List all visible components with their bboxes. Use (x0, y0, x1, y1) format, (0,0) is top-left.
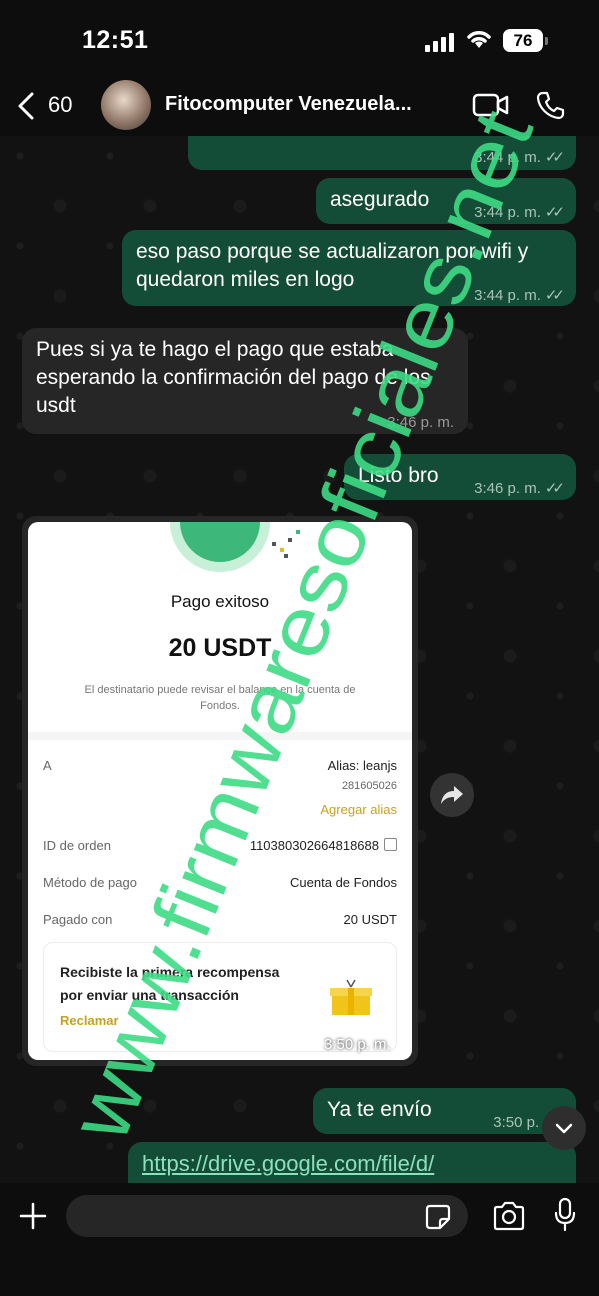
message-time: 3:44 p. m. (474, 204, 541, 221)
payment-amount: 20 USDT (168, 634, 272, 662)
promo-text: Recibiste la primera recompensa por envi… (60, 964, 280, 1003)
image-message[interactable]: Pago exitoso 20 USDT El destinatario pue… (22, 516, 418, 1066)
message-text: Ya te envío (327, 1098, 432, 1121)
outgoing-message[interactable]: eso paso porque se actualizaron por wifi… (122, 230, 576, 306)
battery-indicator: 76 (503, 29, 548, 52)
chevron-down-icon (555, 1123, 573, 1134)
message-time: 3:50 p. m. (324, 1036, 391, 1053)
gift-icon (330, 979, 372, 1015)
microphone-icon[interactable] (553, 1197, 577, 1233)
chat-screen: 12:51 76 60 Fitocomputer Venezuela... 3:… (0, 0, 599, 1296)
method-label: Método de pago (43, 875, 137, 890)
message-time: 3:44 p. m. (474, 287, 541, 304)
contact-name[interactable]: Fitocomputer Venezuela... (165, 93, 412, 116)
read-ticks-icon: ✓✓ (544, 204, 565, 221)
recipient-id: 281605026 (341, 780, 397, 792)
method-row: Método de pago Cuenta de Fondos (43, 875, 397, 890)
promo-claim-link: Reclamar (60, 1013, 119, 1028)
drive-link[interactable]: https://drive.google.com/file/d/ (142, 1151, 434, 1176)
read-ticks-icon: ✓✓ (544, 149, 565, 166)
outgoing-message[interactable]: Listo bro 3:46 p. m. ✓✓ (344, 454, 576, 500)
success-check-icon (180, 522, 260, 562)
phone-call-icon[interactable] (536, 90, 566, 120)
message-time: 3:44 p. m. (474, 149, 541, 166)
payment-description: El destinatario puede revisar el balance… (84, 684, 356, 712)
sticker-icon[interactable] (425, 1204, 451, 1230)
message-text: eso paso porque se actualizaron por wifi… (136, 240, 529, 291)
chat-header: 60 Fitocomputer Venezuela... (0, 76, 599, 136)
scroll-to-bottom-button[interactable] (542, 1106, 586, 1150)
recipient-alias: Alias: leanjs (327, 758, 397, 773)
outgoing-message[interactable]: asegurado 3:44 p. m. ✓✓ (316, 178, 576, 224)
message-time: 3:46 p. m. (474, 480, 541, 497)
order-label: ID de orden (43, 838, 111, 853)
video-call-icon[interactable] (472, 92, 510, 118)
order-row: ID de orden 110380302664818688 (43, 838, 397, 853)
recipient-label: A (43, 758, 52, 773)
paid-label: Pagado con (43, 912, 113, 927)
plus-icon[interactable] (18, 1201, 48, 1231)
message-text: asegurado (330, 188, 430, 211)
forward-button[interactable] (430, 773, 474, 817)
status-bar: 12:51 76 (0, 0, 599, 80)
camera-icon[interactable] (492, 1201, 526, 1231)
wifi-icon (467, 31, 491, 48)
message-input[interactable] (66, 1195, 468, 1237)
outgoing-message[interactable]: Ya te envío 3:50 p. m. (313, 1088, 576, 1134)
method-value: Cuenta de Fondos (290, 875, 397, 890)
message-composer (0, 1183, 599, 1296)
payment-receipt-image: Pago exitoso 20 USDT El destinatario pue… (28, 522, 412, 1060)
message-text: Pues si ya te hago el pago que estaba es… (36, 338, 431, 417)
recipient-row: A Alias: leanjs (43, 758, 397, 773)
paid-value: 20 USDT (343, 912, 397, 927)
status-time: 12:51 (82, 26, 149, 54)
unread-count[interactable]: 60 (48, 92, 72, 118)
read-ticks-icon: ✓✓ (544, 287, 565, 304)
signal-icon (425, 32, 455, 52)
order-id: 110380302664818688 (249, 838, 379, 853)
copy-icon (384, 838, 397, 851)
paid-with-row: Pagado con 20 USDT (43, 912, 397, 927)
message-text: Listo bro (358, 464, 439, 487)
payment-title: Pago exitoso (170, 592, 270, 611)
read-ticks-icon: ✓✓ (544, 480, 565, 497)
incoming-message[interactable]: Pues si ya te hago el pago que estaba es… (22, 328, 468, 434)
forward-arrow-icon (441, 786, 463, 804)
divider (28, 732, 412, 740)
confetti-icon (268, 528, 308, 558)
add-alias-link: Agregar alias (320, 802, 397, 817)
contact-avatar[interactable] (101, 80, 151, 130)
message-time: 3:46 p. m. (387, 414, 454, 431)
